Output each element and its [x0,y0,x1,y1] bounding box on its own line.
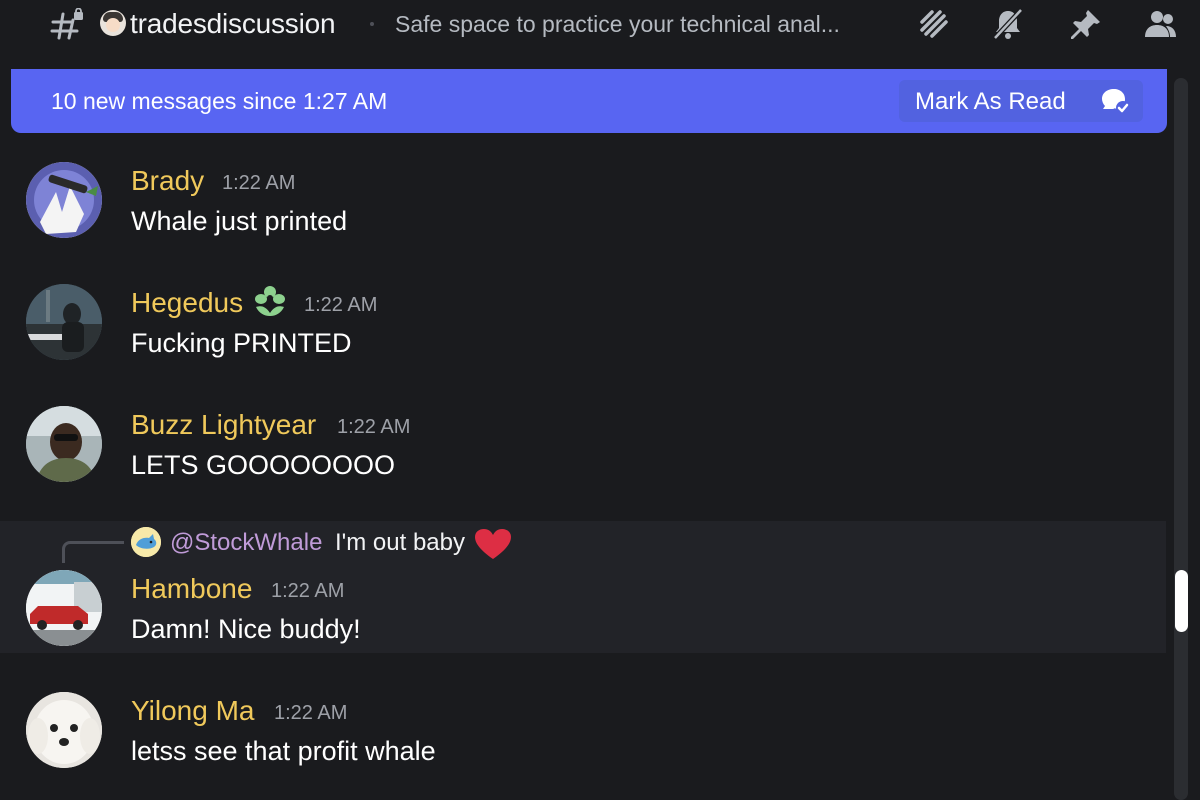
message-content: letss see that profit whale [131,736,436,766]
channel-header: tradesdiscussion Safe space to practice … [0,0,1200,50]
pin-icon[interactable] [1068,6,1104,42]
scrollbar-thumb[interactable] [1175,570,1188,632]
heart-icon [475,529,511,559]
message-timestamp: 1:22 AM [222,172,296,194]
new-messages-banner[interactable]: 10 new messages since 1:27 AM Mark As Re… [11,69,1167,133]
message-timestamp: 1:22 AM [271,580,345,602]
message-author[interactable]: Brady [131,165,204,197]
channel-topic[interactable]: Safe space to practice your technical an… [395,11,840,38]
avatar[interactable] [26,570,102,646]
message-content: Damn! Nice buddy! [131,614,361,644]
text-channel-lock-icon [50,8,83,40]
avatar[interactable] [26,406,102,482]
message-content: Fucking PRINTED [131,328,352,358]
message-author[interactable]: Yilong Ma [131,695,254,727]
members-icon[interactable] [1142,6,1178,42]
flower-badge-icon [255,286,285,316]
reply-connector [62,541,124,563]
mark-as-read-button[interactable]: Mark As Read [899,80,1143,122]
threads-icon[interactable] [916,6,952,42]
reply-avatar[interactable] [131,527,161,557]
message-content: Whale just printed [131,206,348,236]
reply-preview-text[interactable]: I'm out baby [335,529,465,557]
mute-bell-icon[interactable] [990,6,1026,42]
avatar[interactable] [26,692,102,768]
message-content: LETS GOOOOOOOO [131,450,396,480]
scrollbar-track[interactable] [1174,78,1188,800]
message-author[interactable]: Hambone [131,573,252,605]
reply-mention[interactable]: @StockWhale [170,529,322,557]
channel-name: tradesdiscussion [130,8,336,39]
message-author[interactable]: Buzz Lightyear [131,409,316,441]
channel-emoji-icon [100,10,126,36]
avatar[interactable] [26,284,102,360]
new-messages-text: 10 new messages since 1:27 AM [51,88,388,114]
avatar[interactable] [26,162,102,238]
message-timestamp: 1:22 AM [337,416,411,438]
mark-as-read-label: Mark As Read [915,88,1066,115]
message-timestamp: 1:22 AM [274,702,348,724]
message-author[interactable]: Hegedus [131,287,243,319]
topic-divider [370,22,374,26]
mark-read-icon [1102,89,1130,115]
message-timestamp: 1:22 AM [304,294,378,316]
